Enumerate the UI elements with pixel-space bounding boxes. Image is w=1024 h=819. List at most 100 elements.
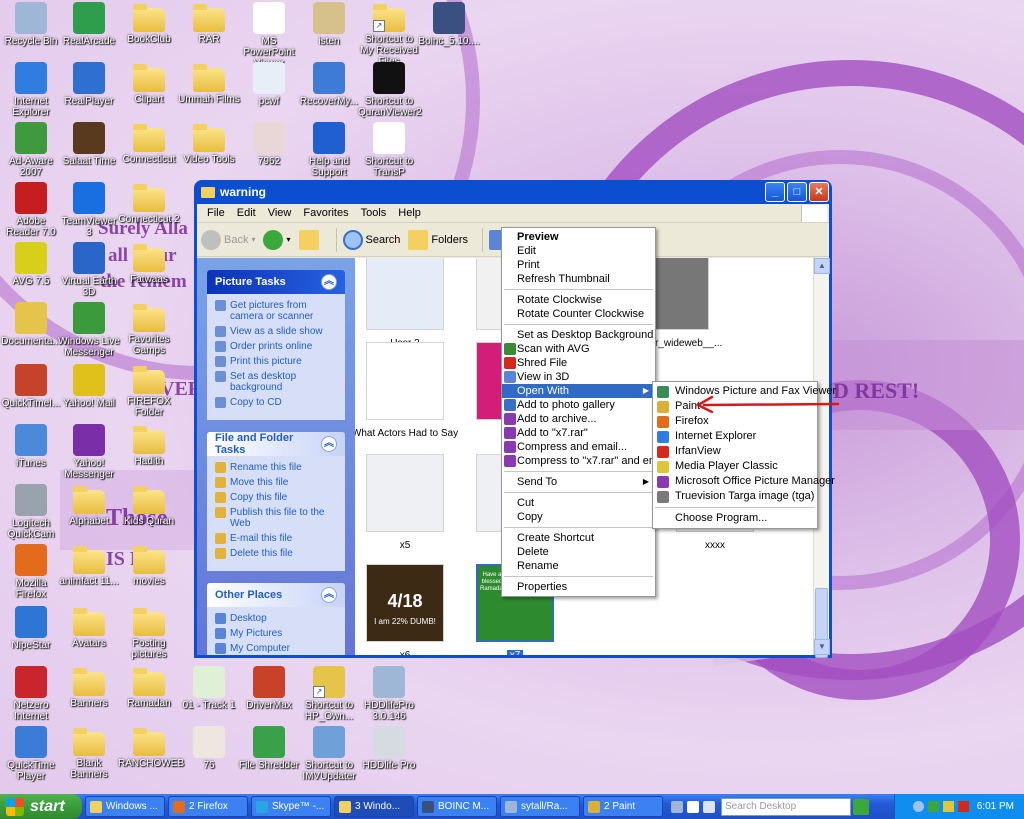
context-menu-item[interactable]: Open With ▶ bbox=[502, 384, 655, 398]
desktop-icon[interactable]: Alphabet bbox=[58, 484, 120, 527]
task-link[interactable]: Rename this file bbox=[215, 462, 339, 473]
desktop-icon[interactable]: Hadith bbox=[118, 424, 180, 467]
file-folder-tasks-header[interactable]: File and Folder Tasks ︽ bbox=[207, 432, 345, 456]
context-menu-item[interactable]: Rotate Clockwise bbox=[502, 293, 655, 307]
context-menu-item[interactable]: Shred File bbox=[502, 356, 655, 370]
tray-app2-icon[interactable] bbox=[942, 801, 954, 812]
task-link[interactable]: Move this file bbox=[215, 477, 339, 488]
desktop-icon[interactable]: Logitech QuickCam bbox=[0, 484, 62, 540]
desktop-icon[interactable]: pcwf bbox=[238, 62, 300, 107]
context-menu-item[interactable]: Add to photo gallery bbox=[502, 398, 655, 412]
forward-button[interactable]: ▾ bbox=[263, 229, 291, 250]
quicklaunch-tools-icon[interactable] bbox=[671, 800, 683, 813]
task-link[interactable]: Order prints online bbox=[215, 341, 339, 352]
task-link[interactable]: Copy this file bbox=[215, 492, 339, 503]
tray-network-icon[interactable] bbox=[912, 801, 924, 812]
other-places-header[interactable]: Other Places ︽ bbox=[207, 583, 345, 607]
task-link[interactable]: Copy to CD bbox=[215, 397, 339, 408]
desktop-icon[interactable]: Blank Banners bbox=[58, 726, 120, 780]
close-button[interactable]: ✕ bbox=[809, 182, 829, 202]
desktop-icon[interactable]: Ad-Aware 2007 bbox=[0, 122, 62, 178]
window-titlebar[interactable]: warning _ □ ✕ bbox=[197, 180, 829, 204]
context-menu-item[interactable]: Add to "x7.rar" bbox=[502, 426, 655, 440]
task-link[interactable]: Delete this file bbox=[215, 548, 339, 559]
desktop-icon[interactable]: RealArcade bbox=[58, 2, 120, 47]
back-button[interactable]: Back ▾ bbox=[201, 229, 255, 250]
tray-app3-icon[interactable] bbox=[957, 801, 969, 812]
collapse-chevron-icon[interactable]: ︽ bbox=[321, 274, 337, 290]
context-menu-item[interactable]: Preview bbox=[502, 230, 655, 244]
desktop-icon[interactable]: HDDlife Pro bbox=[358, 726, 420, 771]
context-menu-item[interactable]: Refresh Thumbnail bbox=[502, 272, 655, 286]
desktop-icon[interactable]: BookClub bbox=[118, 2, 180, 45]
task-link[interactable]: Set as desktop background bbox=[215, 371, 339, 393]
open-with-item[interactable]: Media Player Classic bbox=[653, 459, 817, 474]
taskbar-button[interactable]: BOINC M... bbox=[417, 796, 497, 817]
desktop-icon[interactable]: QuickTime Player bbox=[0, 726, 62, 782]
desktop-icon[interactable]: Shortcut to IMVUpdater bbox=[298, 726, 360, 782]
desktop-icon[interactable]: Internet Explorer bbox=[0, 62, 62, 118]
open-with-item[interactable]: Microsoft Office Picture Manager bbox=[653, 474, 835, 489]
task-link[interactable]: My Computer bbox=[215, 643, 339, 654]
desktop-search-input[interactable]: Search Desktop bbox=[721, 797, 851, 816]
scroll-down-arrow-icon[interactable]: ▼ bbox=[814, 639, 830, 655]
taskbar-button[interactable]: 2 Paint bbox=[583, 796, 663, 817]
desktop-icon[interactable]: RANCHOWEB bbox=[118, 726, 184, 769]
desktop-icon[interactable]: Shortcut to QuranViewer2 bbox=[358, 62, 422, 118]
file-thumbnail[interactable]: What Actors Had to Say bbox=[355, 342, 465, 439]
desktop-icon[interactable]: movies bbox=[118, 544, 180, 587]
context-menu-item[interactable]: Rename bbox=[502, 559, 655, 573]
clock[interactable]: 6:01 PM bbox=[977, 801, 1014, 812]
desktop-icon[interactable]: Posting pictures bbox=[118, 606, 180, 660]
context-menu-item[interactable]: Create Shortcut bbox=[502, 531, 655, 545]
menu-help[interactable]: Help bbox=[392, 207, 427, 219]
desktop-icon[interactable]: TeamViewer 3 bbox=[58, 182, 120, 238]
desktop-icon[interactable]: Salaat Time bbox=[58, 122, 120, 167]
desktop-icon[interactable]: NipeStar bbox=[0, 606, 62, 651]
desktop-icon[interactable]: RealPlayer bbox=[58, 62, 120, 107]
context-menu-item[interactable]: Scan with AVG bbox=[502, 342, 655, 356]
desktop-icon[interactable]: Banners bbox=[58, 666, 120, 709]
menu-favorites[interactable]: Favorites bbox=[297, 207, 354, 219]
open-with-item[interactable]: Internet Explorer bbox=[653, 429, 817, 444]
maximize-button[interactable]: □ bbox=[787, 182, 807, 202]
open-with-item[interactable]: IrfanView bbox=[653, 444, 817, 459]
desktop-icon[interactable]: iTunes bbox=[0, 424, 62, 469]
up-folder-button[interactable] bbox=[298, 229, 322, 250]
desktop-icon[interactable]: isten bbox=[298, 2, 360, 47]
context-menu-item[interactable]: Properties bbox=[502, 580, 655, 594]
context-menu-item[interactable]: Send To ▶ bbox=[502, 475, 655, 489]
taskbar-button[interactable]: Skype™ -... bbox=[251, 796, 331, 817]
taskbar-button[interactable]: sytall/Ra... bbox=[500, 796, 580, 817]
desktop-icon[interactable]: RecoverMy... bbox=[298, 62, 360, 107]
picture-tasks-header[interactable]: Picture Tasks ︽ bbox=[207, 270, 345, 294]
minimize-button[interactable]: _ bbox=[765, 182, 785, 202]
context-menu-item[interactable]: Copy bbox=[502, 510, 655, 524]
menu-tools[interactable]: Tools bbox=[355, 207, 393, 219]
desktop-icon[interactable]: Kids Quran bbox=[118, 484, 180, 527]
context-menu-item[interactable]: Compress to "x7.rar" and email bbox=[502, 454, 669, 468]
context-menu-item[interactable]: Add to archive... bbox=[502, 412, 655, 426]
desktop-icon[interactable]: Yahoo! Messenger bbox=[58, 424, 120, 480]
open-with-item[interactable]: Truevision Targa image (tga) bbox=[653, 489, 817, 504]
choose-program-item[interactable]: Choose Program... bbox=[653, 511, 817, 526]
context-menu-item[interactable]: Edit bbox=[502, 244, 655, 258]
start-button[interactable]: start bbox=[0, 794, 82, 819]
desktop-icon[interactable]: Ummah Films bbox=[178, 62, 240, 105]
task-link[interactable]: Get pictures from camera or scanner bbox=[215, 300, 339, 322]
desktop-icon[interactable]: Mozilla Firefox bbox=[0, 544, 62, 600]
context-menu-item[interactable]: Set as Desktop Background bbox=[502, 328, 655, 342]
desktop-icon[interactable]: Shortcut to TransP bbox=[358, 122, 420, 178]
desktop-icon[interactable] bbox=[703, 800, 715, 813]
search-button[interactable]: Search bbox=[342, 229, 400, 250]
desktop-icon[interactable]: File Shredder bbox=[238, 726, 300, 771]
help-icon[interactable] bbox=[687, 800, 699, 813]
desktop-icon[interactable]: Connecticut bbox=[118, 122, 180, 165]
desktop-icon[interactable]: Shortcut to My Received Files bbox=[358, 2, 420, 67]
collapse-chevron-icon[interactable]: ︽ bbox=[321, 587, 337, 603]
desktop-icon[interactable]: Clipart bbox=[118, 62, 180, 105]
search-go-icon[interactable] bbox=[853, 798, 869, 815]
desktop-icon[interactable]: HDDlifePro 3.0.146 bbox=[358, 666, 420, 722]
desktop-icon[interactable]: Recycle Bin bbox=[0, 2, 62, 47]
folders-button[interactable]: Folders bbox=[408, 229, 468, 250]
